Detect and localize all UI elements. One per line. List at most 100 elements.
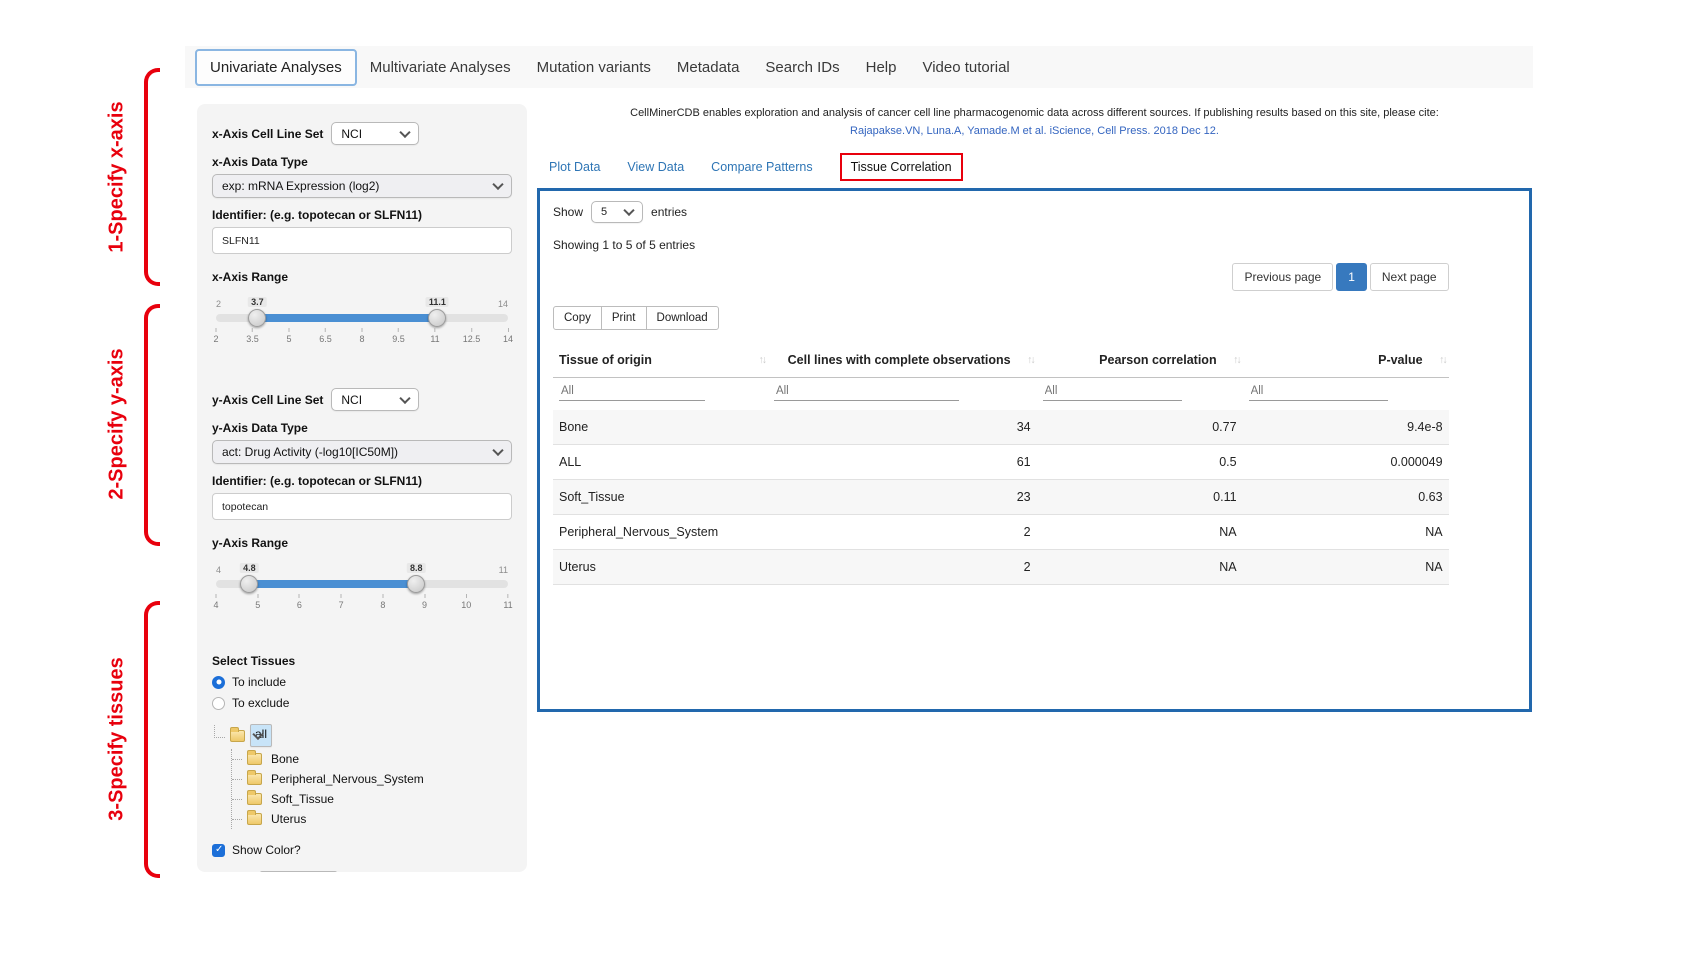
x-range-fill — [257, 314, 437, 322]
y-range-track[interactable] — [216, 580, 508, 588]
table-row[interactable]: Uterus 2 NA NA — [553, 550, 1449, 585]
filter-input-tissue[interactable] — [559, 382, 705, 401]
sidebar: x-Axis Cell Line Set NCI x-Axis Data Typ… — [197, 104, 527, 872]
tab-view-data[interactable]: View Data — [627, 160, 684, 174]
citation-text: CellMinerCDB enables exploration and ana… — [537, 104, 1532, 122]
table-filter-row — [553, 378, 1449, 411]
tree-item-all[interactable]: all — [214, 722, 512, 749]
tab-compare-patterns[interactable]: Compare Patterns — [711, 160, 812, 174]
x-data-type-select[interactable]: exp: mRNA Expression (log2) — [212, 174, 512, 198]
annotation-step1-bracket — [144, 68, 160, 286]
nav-tab-multivariate-analyses[interactable]: Multivariate Analyses — [357, 51, 524, 84]
x-range-handle-low[interactable] — [248, 309, 266, 327]
tick-label: 3.5 — [246, 328, 259, 344]
sort-icon[interactable] — [1233, 354, 1240, 366]
citation-reference-link[interactable]: Rajapakse.VN, Luna.A, Yamade.M et al. iS… — [537, 122, 1532, 140]
page-length-select[interactable]: 5 — [591, 201, 643, 223]
tree-item-bone[interactable]: Bone — [232, 749, 512, 769]
correlation-table: Tissue of origin Cell lines with complet… — [553, 343, 1449, 585]
y-range-low-value: 4.8 — [240, 563, 259, 573]
current-page-button[interactable]: 1 — [1336, 263, 1367, 291]
annotation-step2-label: 2-Specify y-axis — [106, 348, 129, 499]
column-header-cell-lines[interactable]: Cell lines with complete observations — [768, 343, 1037, 378]
x-cell-line-set-select[interactable]: NCI — [331, 122, 419, 145]
filter-input-cell-lines[interactable] — [774, 382, 959, 401]
sort-icon[interactable] — [758, 354, 765, 366]
cell-pearson: 0.5 — [1037, 445, 1243, 480]
x-range-slider[interactable]: 2 14 3.7 11.1 2 3.5 5 6.5 8 9.5 11 12.5 … — [216, 314, 508, 350]
y-data-type-select[interactable]: act: Drug Activity (-log10[IC50M]) — [212, 440, 512, 464]
table-info: Showing 1 to 5 of 5 entries — [553, 238, 1516, 252]
table-row[interactable]: ALL 61 0.5 0.000049 — [553, 445, 1449, 480]
tab-tissue-correlation[interactable]: Tissue Correlation — [840, 153, 963, 181]
filter-input-pearson[interactable] — [1043, 382, 1183, 401]
tree-item-label: all — [250, 724, 272, 747]
tree-item-no-selection[interactable]: no_selection — [224, 869, 512, 872]
y-range-handle-low[interactable] — [240, 575, 258, 593]
tick-label: 10 — [461, 594, 471, 610]
tree-item-label: Bone — [267, 751, 303, 767]
sort-icon[interactable] — [1439, 354, 1446, 366]
previous-page-button[interactable]: Previous page — [1232, 263, 1333, 291]
cell-cell-lines: 23 — [768, 480, 1037, 515]
y-range-handle-high[interactable] — [407, 575, 425, 593]
nav-tab-metadata[interactable]: Metadata — [664, 51, 753, 84]
tree-connector — [232, 819, 242, 820]
x-range-handle-high[interactable] — [428, 309, 446, 327]
y-range-max-label: 11 — [499, 565, 508, 575]
y-range-tick-labels: 4 5 6 7 8 9 10 11 — [216, 594, 508, 616]
to-exclude-label: To exclude — [232, 696, 289, 710]
x-range-track[interactable] — [216, 314, 508, 322]
tick-label: 11 — [430, 328, 439, 344]
nav-tab-search-ids[interactable]: Search IDs — [752, 51, 852, 84]
x-range-label: x-Axis Range — [212, 270, 512, 284]
next-page-button[interactable]: Next page — [1370, 263, 1449, 291]
filter-input-p-value[interactable] — [1249, 382, 1389, 401]
tree-item-uterus[interactable]: Uterus — [232, 809, 512, 829]
to-exclude-option[interactable]: To exclude — [212, 696, 512, 710]
tissue-tree: all Bone Peripheral_Nervous_System Soft_… — [214, 722, 512, 829]
to-exclude-radio[interactable] — [212, 697, 225, 710]
tab-plot-data[interactable]: Plot Data — [549, 160, 600, 174]
y-range-slider[interactable]: 4 11 4.8 8.8 4 5 6 7 8 9 10 11 — [216, 580, 508, 616]
y-range-min-label: 4 — [216, 565, 221, 575]
y-cell-line-set-select[interactable]: NCI — [331, 388, 419, 411]
x-data-type-value: exp: mRNA Expression (log2) — [222, 179, 379, 193]
column-header-tissue-of-origin[interactable]: Tissue of origin — [553, 343, 768, 378]
nav-tab-mutation-variants[interactable]: Mutation variants — [524, 51, 664, 84]
tree-connector — [232, 799, 242, 800]
tree-item-peripheral-nervous-system[interactable]: Peripheral_Nervous_System — [232, 769, 512, 789]
x-range-tick-labels: 2 3.5 5 6.5 8 9.5 11 12.5 14 — [216, 328, 508, 350]
table-row[interactable]: Bone 34 0.77 9.4e-8 — [553, 410, 1449, 445]
tick-label: 9 — [422, 594, 427, 610]
x-identifier-input[interactable] — [212, 227, 512, 254]
copy-button[interactable]: Copy — [553, 306, 602, 330]
tree-item-label: no_selection — [260, 871, 337, 872]
folder-icon — [247, 753, 262, 765]
nav-tab-video-tutorial[interactable]: Video tutorial — [909, 51, 1022, 84]
to-include-option[interactable]: To include — [212, 675, 512, 689]
column-header-label: Pearson correlation — [1099, 353, 1216, 367]
cell-cell-lines: 2 — [768, 515, 1037, 550]
column-header-pearson-correlation[interactable]: Pearson correlation — [1037, 343, 1243, 378]
table-row[interactable]: Peripheral_Nervous_System 2 NA NA — [553, 515, 1449, 550]
show-color-checkbox[interactable] — [212, 844, 225, 857]
tree-item-soft-tissue[interactable]: Soft_Tissue — [232, 789, 512, 809]
cell-tissue: Soft_Tissue — [553, 480, 768, 515]
tick-label: 9.5 — [392, 328, 405, 344]
nav-tab-univariate-analyses[interactable]: Univariate Analyses — [195, 49, 357, 86]
show-color-option[interactable]: Show Color? — [212, 843, 512, 857]
table-row[interactable]: Soft_Tissue 23 0.11 0.63 — [553, 480, 1449, 515]
selection-tree: no_selection — [224, 869, 512, 872]
download-button[interactable]: Download — [646, 306, 719, 330]
to-include-radio[interactable] — [212, 676, 225, 689]
y-identifier-input[interactable] — [212, 493, 512, 520]
sort-icon[interactable] — [1027, 354, 1034, 366]
y-identifier-label: Identifier: (e.g. topotecan or SLFN11) — [212, 474, 512, 488]
tissue-correlation-panel: Show 5 entries Showing 1 to 5 of 5 entri… — [537, 188, 1532, 712]
nav-tab-help[interactable]: Help — [853, 51, 910, 84]
column-header-p-value[interactable]: P-value — [1243, 343, 1449, 378]
cell-p-value: 9.4e-8 — [1243, 410, 1449, 445]
print-button[interactable]: Print — [601, 306, 647, 330]
y-data-type-value: act: Drug Activity (-log10[IC50M]) — [222, 445, 398, 459]
